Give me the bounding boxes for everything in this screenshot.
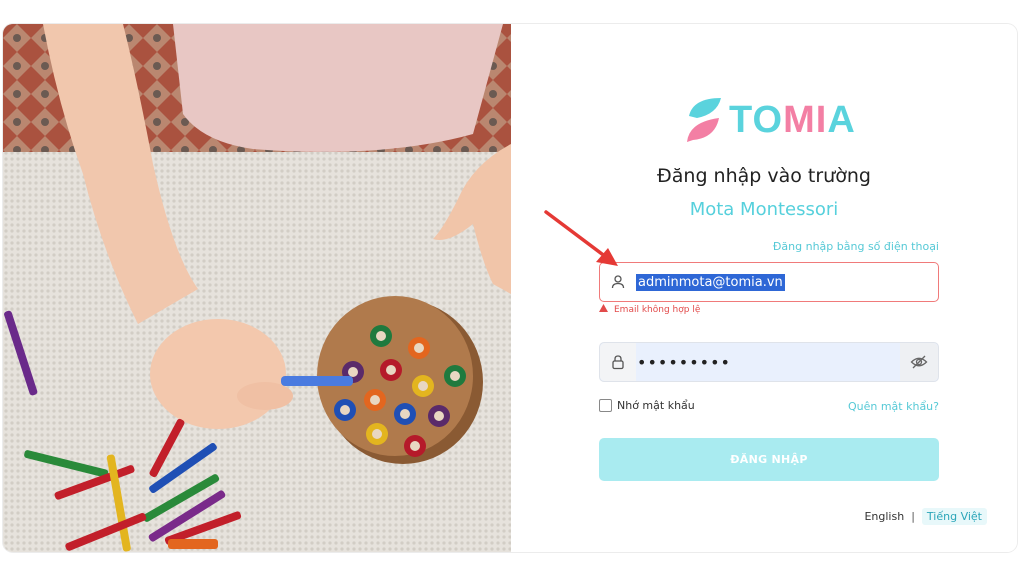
remember-label: Nhớ mật khẩu <box>617 399 695 412</box>
eye-off-icon[interactable] <box>900 343 938 381</box>
language-english[interactable]: English <box>864 510 904 523</box>
logo-text-to: TO <box>729 98 784 141</box>
lock-icon <box>600 343 636 381</box>
phone-login-link[interactable]: Đăng nhập bằng số điện thoại <box>773 240 939 253</box>
password-field[interactable]: ••••••••• <box>599 342 939 382</box>
tomia-logo: TOMIA <box>683 92 856 148</box>
password-input-value[interactable]: ••••••••• <box>636 353 731 372</box>
remember-checkbox[interactable] <box>599 399 612 412</box>
warning-icon <box>599 304 608 315</box>
language-switcher: English | Tiếng Việt <box>864 508 987 525</box>
language-separator: | <box>911 510 915 523</box>
remember-me[interactable]: Nhớ mật khẩu <box>599 399 695 412</box>
logo-wordmark: TOMIA <box>729 99 856 142</box>
email-field[interactable]: adminmota@tomia.vn <box>599 262 939 302</box>
email-error-text: Email không hợp lệ <box>614 304 701 315</box>
hero-photo-illustration <box>3 24 511 552</box>
annotation-arrow-icon <box>544 210 618 266</box>
logo-text-a: A <box>827 98 856 141</box>
login-panel: TOMIA Đăng nhập vào trường Mota Montesso… <box>511 24 1017 552</box>
email-input-value[interactable]: adminmota@tomia.vn <box>636 273 785 291</box>
logo-text-mi: MI <box>783 98 828 141</box>
forgot-password-link[interactable]: Quên mật khẩu? <box>848 400 939 413</box>
login-button[interactable]: ĐĂNG NHẬP <box>599 438 939 481</box>
email-error-message: Email không hợp lệ <box>599 304 700 315</box>
tomia-leaf-icon <box>687 98 721 142</box>
login-page: TOMIA Đăng nhập vào trường Mota Montesso… <box>3 24 1017 552</box>
language-vietnamese[interactable]: Tiếng Việt <box>921 508 987 525</box>
login-title: Đăng nhập vào trường <box>657 165 871 187</box>
hero-photo <box>3 24 511 552</box>
